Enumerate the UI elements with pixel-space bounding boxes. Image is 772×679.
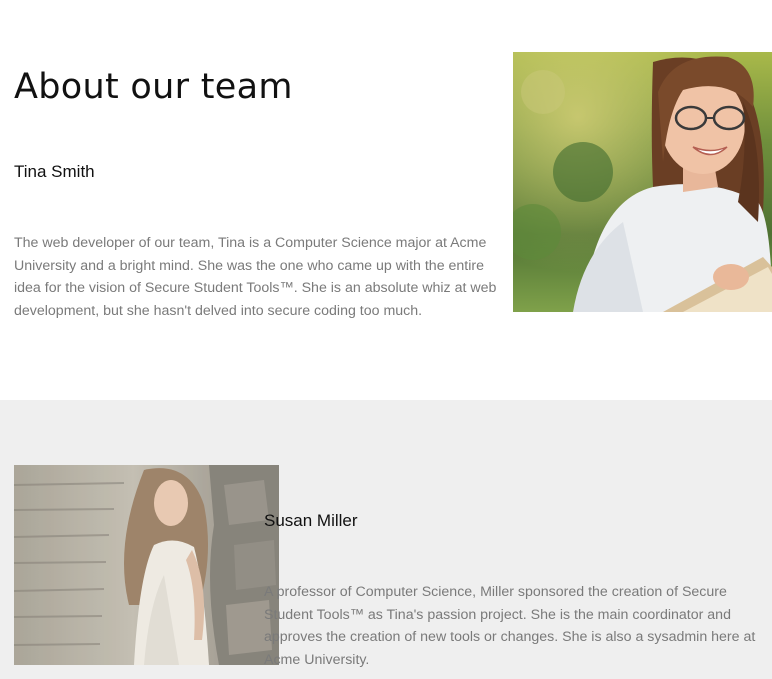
member-name: Susan Miller — [264, 511, 358, 530]
portrait-photo-icon — [513, 52, 772, 312]
member-photo — [14, 465, 279, 665]
about-page: About our team Tina Smith The web develo… — [0, 0, 772, 679]
page-title: About our team — [14, 67, 293, 107]
member-photo — [513, 52, 772, 312]
member-bio: A professor of Computer Science, Miller … — [264, 584, 756, 668]
member-bio: The web developer of our team, Tina is a… — [14, 235, 497, 319]
member-name: Tina Smith — [14, 162, 95, 181]
portrait-photo-icon — [14, 465, 279, 665]
team-member-section-tina: About our team Tina Smith The web develo… — [0, 0, 772, 400]
